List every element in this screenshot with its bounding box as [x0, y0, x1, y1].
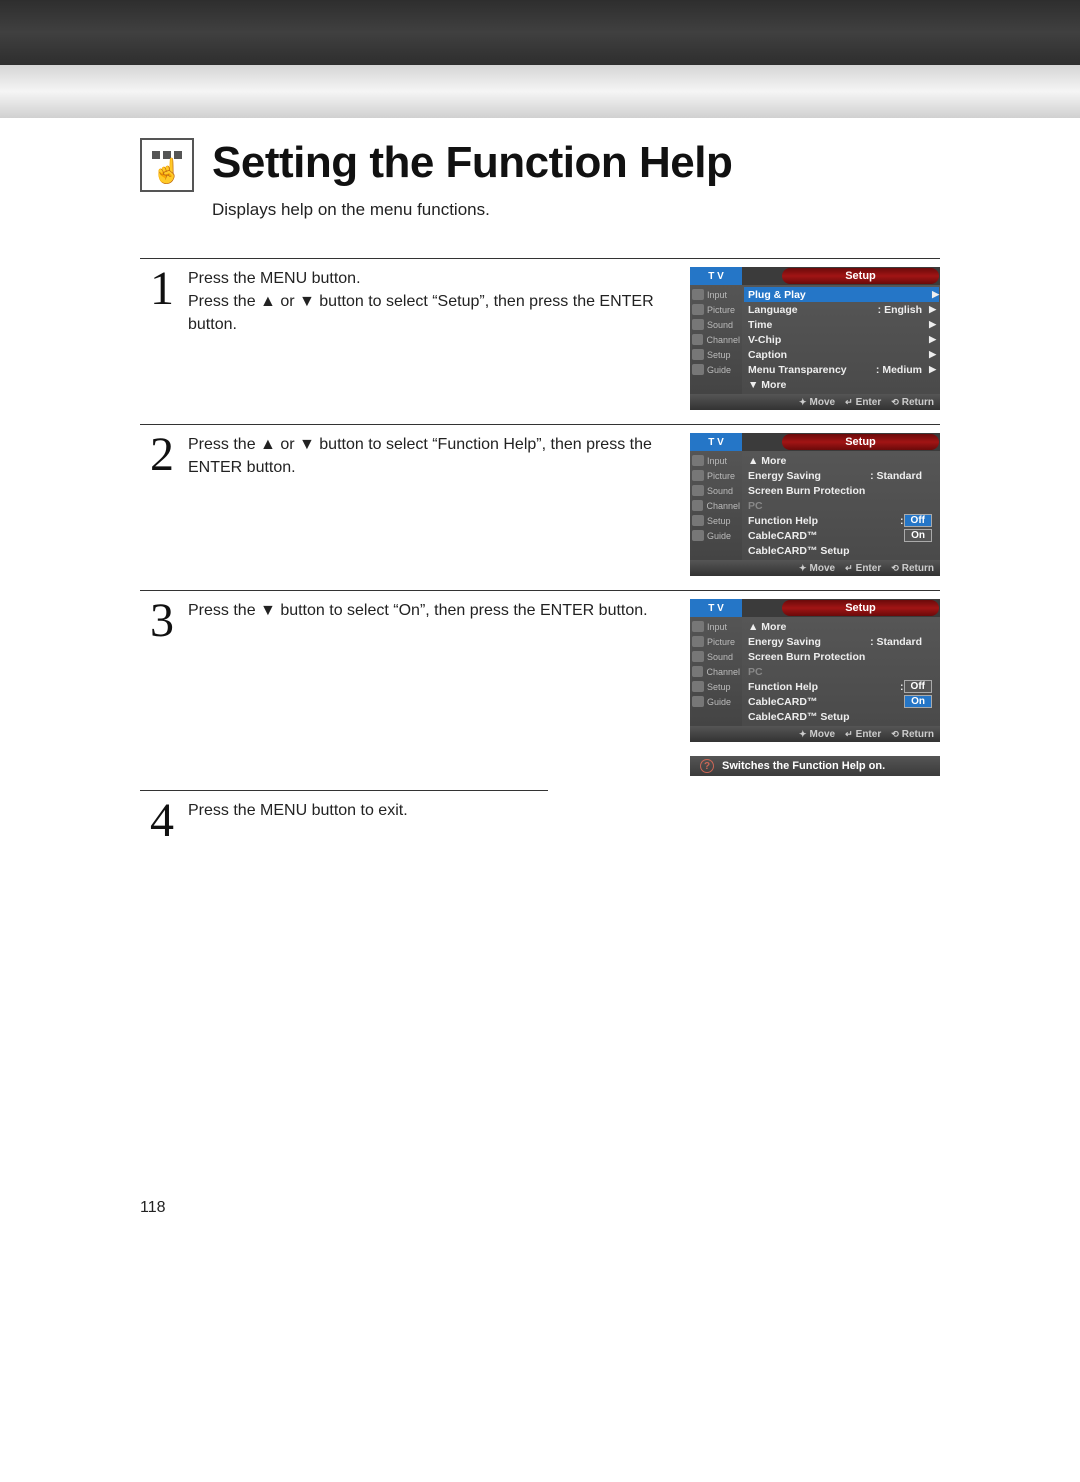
- osd-step1: T V Setup Input Picture Sound Channel Se…: [690, 267, 940, 410]
- steps-list: 1 Press the MENU button. Press the ▲ or …: [140, 258, 940, 859]
- osd-tv-label: T V: [690, 433, 742, 451]
- sidebar-input[interactable]: Input: [690, 453, 742, 468]
- return-icon: ⟲: [891, 397, 899, 408]
- osd-help-bar: ? Switches the Function Help on.: [690, 756, 940, 776]
- enter-icon: ↵: [845, 563, 853, 574]
- sidebar-setup[interactable]: Setup: [690, 679, 742, 694]
- step-text: Press the MENU button to exit.: [188, 799, 940, 859]
- top-dark-bar: [0, 0, 1080, 65]
- osd-tv-label: T V: [690, 599, 742, 617]
- menu-pc[interactable]: PC: [748, 498, 936, 513]
- return-icon: ⟲: [891, 729, 899, 740]
- step-3: 3 Press the ▼ button to select “On”, the…: [140, 590, 940, 776]
- osd-menu-list: ▲ More Energy Saving: Standard Screen Bu…: [742, 451, 940, 560]
- step-text: Press the ▲ or ▼ button to select “Funct…: [188, 433, 672, 576]
- sidebar-picture[interactable]: Picture: [690, 468, 742, 483]
- osd-section-title: Setup: [782, 268, 939, 284]
- step-number: 3: [140, 599, 174, 776]
- menu-transparency[interactable]: Menu Transparency: Medium▶: [748, 362, 936, 377]
- step-number: 4: [140, 799, 174, 859]
- step-1: 1 Press the MENU button. Press the ▲ or …: [140, 258, 940, 410]
- move-icon: ✦: [799, 563, 807, 574]
- osd-section-title: Setup: [782, 434, 939, 450]
- sidebar-guide[interactable]: Guide: [690, 528, 742, 543]
- menu-function-help[interactable]: Function Help: Off: [748, 679, 936, 694]
- menu-cablecard[interactable]: CableCARD™On: [748, 528, 936, 543]
- metal-strip: [0, 65, 1080, 118]
- page-number: 118: [140, 1199, 940, 1217]
- menu-cablecard-setup[interactable]: CableCARD™ Setup: [748, 709, 936, 724]
- step-number: 1: [140, 267, 174, 410]
- sidebar-setup[interactable]: Setup: [690, 347, 742, 362]
- menu-more[interactable]: ▼ More: [748, 377, 936, 392]
- return-icon: ⟲: [891, 563, 899, 574]
- step-2: 2 Press the ▲ or ▼ button to select “Fun…: [140, 424, 940, 576]
- menu-burn[interactable]: Screen Burn Protection: [748, 483, 936, 498]
- page-title: Setting the Function Help: [212, 138, 732, 188]
- menu-energy[interactable]: Energy Saving: Standard: [748, 634, 936, 649]
- sidebar-sound[interactable]: Sound: [690, 317, 742, 332]
- osd-menu-list: Plug & Play▶ Language: English▶ Time▶ V-…: [742, 285, 940, 394]
- enter-icon: ↵: [845, 729, 853, 740]
- menu-vchip[interactable]: V-Chip▶: [748, 332, 936, 347]
- sidebar-guide[interactable]: Guide: [690, 694, 742, 709]
- osd-menu-list: ▲ More Energy Saving: Standard Screen Bu…: [742, 617, 940, 726]
- sidebar-guide[interactable]: Guide: [690, 362, 742, 377]
- menu-caption[interactable]: Caption▶: [748, 347, 936, 362]
- divider: [140, 790, 548, 791]
- osd-sidebar: Input Picture Sound Channel Setup Guide: [690, 451, 742, 560]
- move-icon: ✦: [799, 729, 807, 740]
- move-icon: ✦: [799, 397, 807, 408]
- sidebar-channel[interactable]: Channel: [690, 332, 742, 347]
- step-text: Press the ▼ button to select “On”, then …: [188, 599, 672, 776]
- menu-more-up[interactable]: ▲ More: [748, 619, 936, 634]
- step-text: Press the MENU button. Press the ▲ or ▼ …: [188, 267, 672, 410]
- sidebar-setup[interactable]: Setup: [690, 513, 742, 528]
- osd-section-title: Setup: [782, 600, 939, 616]
- menu-cablecard-setup[interactable]: CableCARD™ Setup: [748, 543, 936, 558]
- step-4: 4 Press the MENU button to exit.: [140, 799, 940, 859]
- osd-step3: T V Setup Input Picture Sound Channel Se…: [690, 599, 940, 742]
- osd-sidebar: Input Picture Sound Channel Setup Guide: [690, 617, 742, 726]
- help-icon: ?: [700, 759, 714, 773]
- sidebar-channel[interactable]: Channel: [690, 498, 742, 513]
- sidebar-input[interactable]: Input: [690, 619, 742, 634]
- menu-cablecard[interactable]: CableCARD™On: [748, 694, 936, 709]
- enter-icon: ↵: [845, 397, 853, 408]
- menu-pc[interactable]: PC: [748, 664, 936, 679]
- menu-time[interactable]: Time▶: [748, 317, 936, 332]
- menu-function-help[interactable]: Function Help: Off: [748, 513, 936, 528]
- osd-footer: ✦Move ↵Enter ⟲Return: [690, 560, 940, 576]
- sidebar-picture[interactable]: Picture: [690, 302, 742, 317]
- sidebar-picture[interactable]: Picture: [690, 634, 742, 649]
- menu-language[interactable]: Language: English▶: [748, 302, 936, 317]
- sidebar-sound[interactable]: Sound: [690, 483, 742, 498]
- page-content: ☝ Setting the Function Help Displays hel…: [0, 118, 1080, 1277]
- osd-footer: ✦Move ↵Enter ⟲Return: [690, 394, 940, 410]
- menu-more-up[interactable]: ▲ More: [748, 453, 936, 468]
- sidebar-input[interactable]: Input: [690, 287, 742, 302]
- help-bar-text: Switches the Function Help on.: [722, 760, 885, 772]
- step-number: 2: [140, 433, 174, 576]
- menu-plug-play[interactable]: Plug & Play▶: [744, 287, 939, 302]
- sidebar-channel[interactable]: Channel: [690, 664, 742, 679]
- osd-footer: ✦Move ↵Enter ⟲Return: [690, 726, 940, 742]
- function-help-icon: ☝: [140, 138, 194, 192]
- title-row: ☝ Setting the Function Help: [140, 138, 940, 192]
- osd-tv-label: T V: [690, 267, 742, 285]
- osd-sidebar: Input Picture Sound Channel Setup Guide: [690, 285, 742, 394]
- page-subtitle: Displays help on the menu functions.: [212, 200, 940, 220]
- menu-burn[interactable]: Screen Burn Protection: [748, 649, 936, 664]
- menu-energy[interactable]: Energy Saving: Standard: [748, 468, 936, 483]
- sidebar-sound[interactable]: Sound: [690, 649, 742, 664]
- hand-icon: ☝: [152, 160, 182, 184]
- osd-step2: T V Setup Input Picture Sound Channel Se…: [690, 433, 940, 576]
